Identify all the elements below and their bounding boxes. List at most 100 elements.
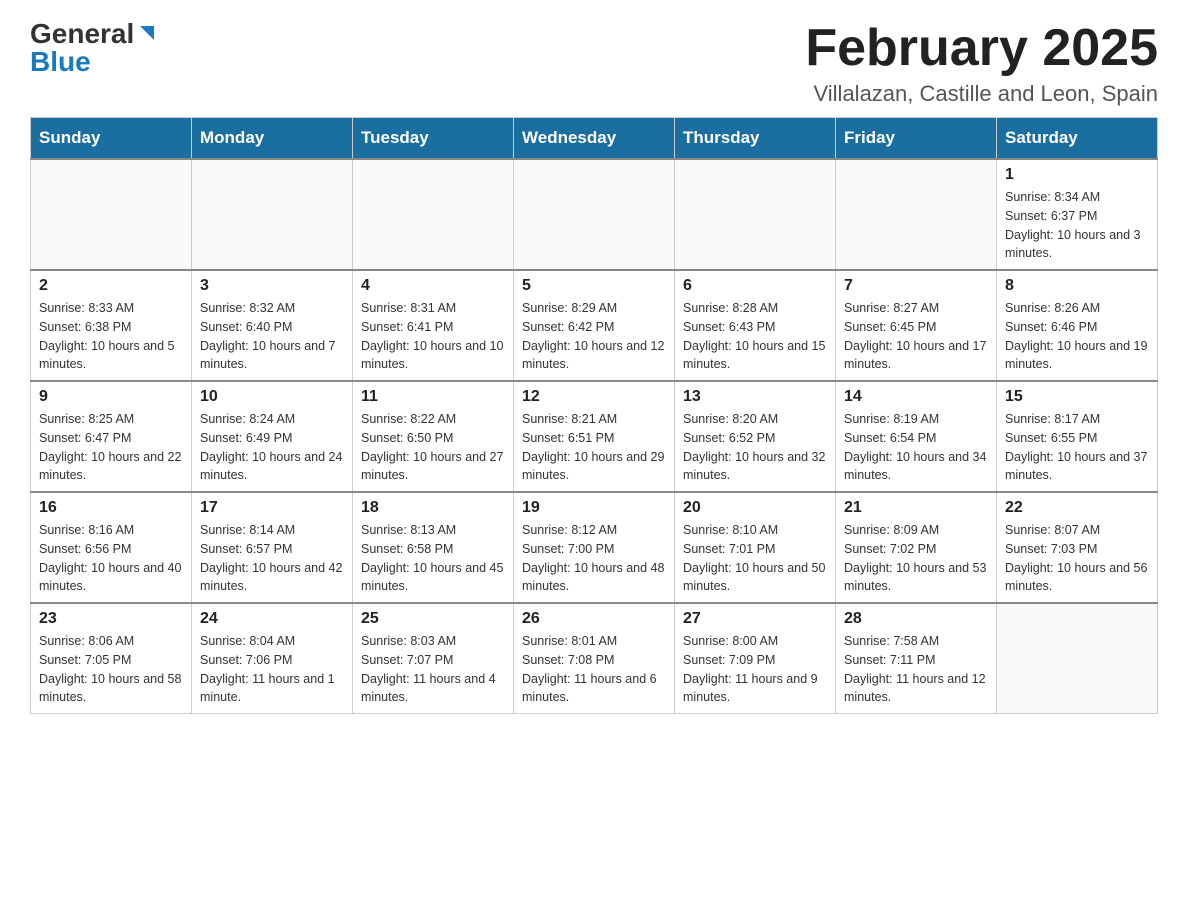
day-number: 1: [1005, 166, 1149, 184]
day-info: Sunrise: 8:17 AMSunset: 6:55 PMDaylight:…: [1005, 410, 1149, 485]
day-number: 9: [39, 388, 183, 406]
calendar-cell: 5Sunrise: 8:29 AMSunset: 6:42 PMDaylight…: [514, 270, 675, 381]
day-number: 18: [361, 499, 505, 517]
calendar-cell: 6 Sunrise: 8:28 AMSunset: 6:43 PMDaylight…: [675, 270, 836, 381]
calendar-cell: 23 Sunrise: 8:06 AMSunset: 7:05 PMDayligh…: [31, 603, 192, 714]
day-number: 16: [39, 499, 183, 517]
day-number: 11: [361, 388, 505, 406]
logo-triangle-icon: [136, 22, 158, 44]
calendar-cell: 12 Sunrise: 8:21 AMSunset: 6:51 PMDayligh…: [514, 381, 675, 492]
day-number: 17: [200, 499, 344, 517]
calendar-cell: 17Sunrise: 8:14 AMSunset: 6:57 PMDayligh…: [192, 492, 353, 603]
month-year-title: February 2025: [805, 20, 1158, 77]
calendar-cell: 13 Sunrise: 8:20 AMSunset: 6:52 PMDayligh…: [675, 381, 836, 492]
week-row-1: 1 Sunrise: 8:34 AMSunset: 6:37 PMDaylight…: [31, 159, 1158, 270]
day-info: Sunrise: 8:09 AMSunset: 7:02 PMDaylight:…: [844, 521, 988, 596]
calendar-cell: 8Sunrise: 8:26 AMSunset: 6:46 PMDaylight…: [997, 270, 1158, 381]
day-info: Sunrise: 8:16 AMSunset: 6:56 PMDaylight:…: [39, 521, 183, 596]
calendar-cell: 3 Sunrise: 8:32 AMSunset: 6:40 PMDaylight…: [192, 270, 353, 381]
day-info: Sunrise: 8:31 AMSunset: 6:41 PMDaylight:…: [361, 299, 505, 374]
day-info: Sunrise: 8:34 AMSunset: 6:37 PMDaylight:…: [1005, 188, 1149, 263]
calendar-cell: 18 Sunrise: 8:13 AMSunset: 6:58 PMDayligh…: [353, 492, 514, 603]
location-subtitle: Villalazan, Castille and Leon, Spain: [805, 81, 1158, 107]
day-info: Sunrise: 8:19 AMSunset: 6:54 PMDaylight:…: [844, 410, 988, 485]
day-info: Sunrise: 8:22 AMSunset: 6:50 PMDaylight:…: [361, 410, 505, 485]
day-number: 4: [361, 277, 505, 295]
week-row-5: 23 Sunrise: 8:06 AMSunset: 7:05 PMDayligh…: [31, 603, 1158, 714]
day-number: 28: [844, 610, 988, 628]
calendar-cell: 21 Sunrise: 8:09 AMSunset: 7:02 PMDayligh…: [836, 492, 997, 603]
calendar-cell: [836, 159, 997, 270]
week-row-4: 16 Sunrise: 8:16 AMSunset: 6:56 PMDayligh…: [31, 492, 1158, 603]
weekday-header-sunday: Sunday: [31, 118, 192, 160]
day-number: 22: [1005, 499, 1149, 517]
day-info: Sunrise: 8:25 AMSunset: 6:47 PMDaylight:…: [39, 410, 183, 485]
calendar-cell: 7 Sunrise: 8:27 AMSunset: 6:45 PMDaylight…: [836, 270, 997, 381]
weekday-header-thursday: Thursday: [675, 118, 836, 160]
day-info: Sunrise: 8:00 AMSunset: 7:09 PMDaylight:…: [683, 632, 827, 707]
calendar-cell: 2Sunrise: 8:33 AMSunset: 6:38 PMDaylight…: [31, 270, 192, 381]
calendar-cell: 9 Sunrise: 8:25 AMSunset: 6:47 PMDaylight…: [31, 381, 192, 492]
calendar-cell: 4 Sunrise: 8:31 AMSunset: 6:41 PMDaylight…: [353, 270, 514, 381]
calendar-cell: 20 Sunrise: 8:10 AMSunset: 7:01 PMDayligh…: [675, 492, 836, 603]
calendar-table: SundayMondayTuesdayWednesdayThursdayFrid…: [30, 117, 1158, 714]
calendar-cell: [514, 159, 675, 270]
calendar-cell: 22 Sunrise: 8:07 AMSunset: 7:03 PMDayligh…: [997, 492, 1158, 603]
day-number: 24: [200, 610, 344, 628]
weekday-header-wednesday: Wednesday: [514, 118, 675, 160]
day-info: Sunrise: 8:24 AMSunset: 6:49 PMDaylight:…: [200, 410, 344, 485]
day-info: Sunrise: 8:04 AMSunset: 7:06 PMDaylight:…: [200, 632, 344, 707]
day-number: 23: [39, 610, 183, 628]
calendar-cell: [192, 159, 353, 270]
calendar-cell: 10 Sunrise: 8:24 AMSunset: 6:49 PMDayligh…: [192, 381, 353, 492]
calendar-cell: 25 Sunrise: 8:03 AMSunset: 7:07 PMDayligh…: [353, 603, 514, 714]
calendar-cell: 28 Sunrise: 7:58 AMSunset: 7:11 PMDayligh…: [836, 603, 997, 714]
day-number: 13: [683, 388, 827, 406]
calendar-cell: [675, 159, 836, 270]
logo: General Blue: [30, 20, 158, 76]
day-info: Sunrise: 7:58 AMSunset: 7:11 PMDaylight:…: [844, 632, 988, 707]
day-info: Sunrise: 8:01 AMSunset: 7:08 PMDaylight:…: [522, 632, 666, 707]
day-number: 25: [361, 610, 505, 628]
calendar-cell: 1 Sunrise: 8:34 AMSunset: 6:37 PMDaylight…: [997, 159, 1158, 270]
day-number: 20: [683, 499, 827, 517]
page-header: General Blue February 2025 Villalazan, C…: [30, 20, 1158, 107]
title-section: February 2025 Villalazan, Castille and L…: [805, 20, 1158, 107]
calendar-cell: 15 Sunrise: 8:17 AMSunset: 6:55 PMDayligh…: [997, 381, 1158, 492]
day-info: Sunrise: 8:28 AMSunset: 6:43 PMDaylight:…: [683, 299, 827, 374]
day-info: Sunrise: 8:10 AMSunset: 7:01 PMDaylight:…: [683, 521, 827, 596]
day-info: Sunrise: 8:29 AMSunset: 6:42 PMDaylight:…: [522, 299, 666, 374]
logo-blue: Blue: [30, 48, 91, 76]
day-info: Sunrise: 8:26 AMSunset: 6:46 PMDaylight:…: [1005, 299, 1149, 374]
calendar-cell: [31, 159, 192, 270]
day-info: Sunrise: 8:06 AMSunset: 7:05 PMDaylight:…: [39, 632, 183, 707]
weekday-header-saturday: Saturday: [997, 118, 1158, 160]
day-info: Sunrise: 8:07 AMSunset: 7:03 PMDaylight:…: [1005, 521, 1149, 596]
day-info: Sunrise: 8:32 AMSunset: 6:40 PMDaylight:…: [200, 299, 344, 374]
day-number: 10: [200, 388, 344, 406]
calendar-cell: 26Sunrise: 8:01 AMSunset: 7:08 PMDayligh…: [514, 603, 675, 714]
calendar-cell: 27Sunrise: 8:00 AMSunset: 7:09 PMDayligh…: [675, 603, 836, 714]
weekday-header-friday: Friday: [836, 118, 997, 160]
week-row-2: 2Sunrise: 8:33 AMSunset: 6:38 PMDaylight…: [31, 270, 1158, 381]
weekday-header-monday: Monday: [192, 118, 353, 160]
day-info: Sunrise: 8:21 AMSunset: 6:51 PMDaylight:…: [522, 410, 666, 485]
day-number: 7: [844, 277, 988, 295]
day-info: Sunrise: 8:20 AMSunset: 6:52 PMDaylight:…: [683, 410, 827, 485]
calendar-cell: 14 Sunrise: 8:19 AMSunset: 6:54 PMDayligh…: [836, 381, 997, 492]
weekday-header-tuesday: Tuesday: [353, 118, 514, 160]
calendar-cell: [997, 603, 1158, 714]
day-number: 14: [844, 388, 988, 406]
day-number: 3: [200, 277, 344, 295]
day-number: 19: [522, 499, 666, 517]
day-info: Sunrise: 8:27 AMSunset: 6:45 PMDaylight:…: [844, 299, 988, 374]
calendar-header-row: SundayMondayTuesdayWednesdayThursdayFrid…: [31, 118, 1158, 160]
day-number: 15: [1005, 388, 1149, 406]
day-info: Sunrise: 8:13 AMSunset: 6:58 PMDaylight:…: [361, 521, 505, 596]
day-number: 21: [844, 499, 988, 517]
day-number: 12: [522, 388, 666, 406]
logo-general: General: [30, 20, 134, 48]
calendar-cell: 24 Sunrise: 8:04 AMSunset: 7:06 PMDayligh…: [192, 603, 353, 714]
day-number: 6: [683, 277, 827, 295]
day-info: Sunrise: 8:03 AMSunset: 7:07 PMDaylight:…: [361, 632, 505, 707]
